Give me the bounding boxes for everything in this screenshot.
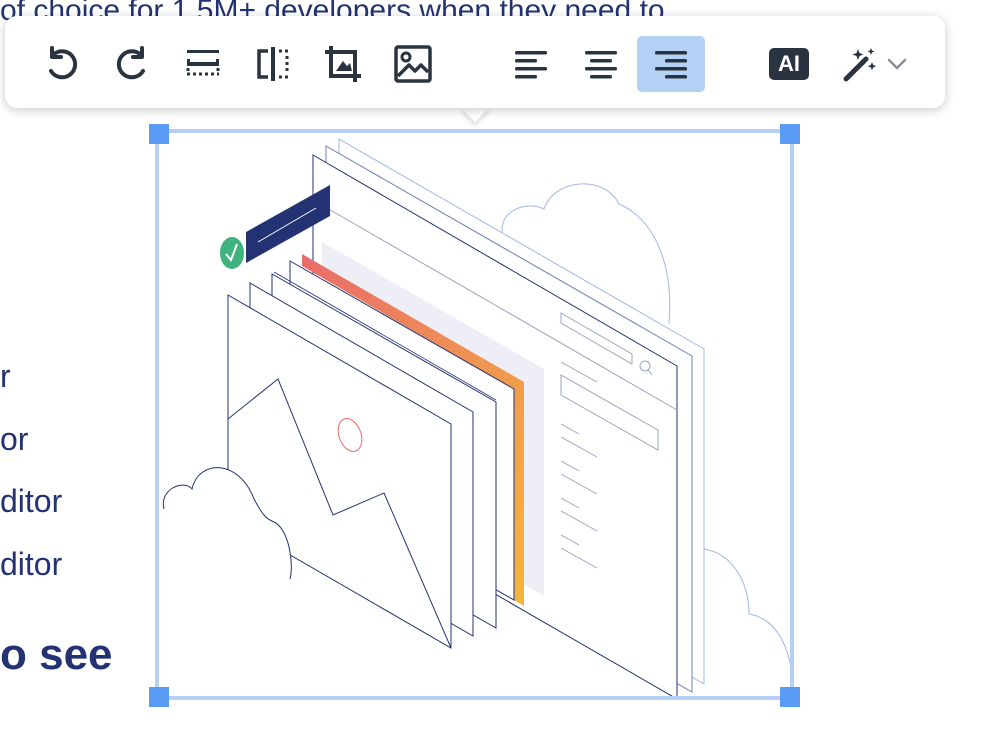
- crop-icon: [325, 46, 361, 82]
- list-item: r: [0, 358, 11, 394]
- illustration-image: [162, 138, 790, 696]
- align-left-button[interactable]: [497, 36, 565, 92]
- resize-handle-top-right[interactable]: [780, 124, 800, 144]
- magic-wand-icon: [843, 48, 877, 82]
- list-item: ditor: [0, 483, 63, 519]
- list-item: or: [0, 421, 29, 457]
- heading-text: o see: [0, 630, 113, 679]
- resize-handle-bottom-right[interactable]: [780, 687, 800, 707]
- image-icon: [394, 45, 432, 83]
- redo-button[interactable]: [98, 36, 166, 92]
- align-center-button[interactable]: [567, 36, 635, 92]
- align-left-icon: [515, 51, 547, 79]
- selected-image[interactable]: [155, 129, 794, 700]
- undo-icon: [49, 46, 78, 80]
- align-right-button[interactable]: [637, 36, 705, 92]
- list-item: ditor: [0, 546, 63, 582]
- ai-assistant-button[interactable]: AI: [755, 36, 823, 92]
- chevron-down-icon: [887, 58, 907, 70]
- magic-dropdown-button[interactable]: [831, 36, 917, 92]
- image-side-icon: [257, 47, 289, 81]
- resize-handle-top-left[interactable]: [149, 124, 169, 144]
- undo-button[interactable]: [28, 36, 96, 92]
- replace-image-button[interactable]: [379, 36, 447, 92]
- align-center-icon: [585, 51, 617, 79]
- image-inline-button[interactable]: [169, 36, 237, 92]
- image-side-button[interactable]: [239, 36, 307, 92]
- image-toolbar: AI: [5, 16, 945, 108]
- redo-icon: [116, 46, 145, 80]
- align-right-icon: [655, 51, 687, 79]
- image-inline-icon: [186, 50, 220, 76]
- ai-icon: AI: [769, 48, 809, 80]
- resize-handle-bottom-left[interactable]: [149, 687, 169, 707]
- crop-button[interactable]: [309, 36, 377, 92]
